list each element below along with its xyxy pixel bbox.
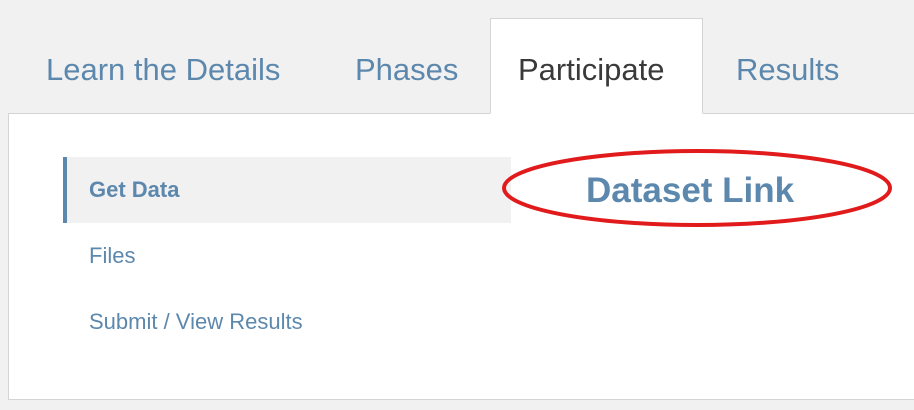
sidenav-item-get-data[interactable]: Get Data — [63, 157, 511, 223]
tab-phases[interactable]: Phases — [355, 52, 458, 88]
tab-participate[interactable]: Participate — [490, 18, 703, 114]
sidenav-item-submit-view-results[interactable]: Submit / View Results — [63, 289, 511, 355]
content-panel: Get Data Files Submit / View Results — [8, 113, 914, 400]
tab-learn-the-details[interactable]: Learn the Details — [46, 52, 280, 88]
page: Learn the Details Phases Participate Res… — [0, 0, 914, 410]
tab-results[interactable]: Results — [736, 52, 839, 88]
section-heading: Dataset Link — [586, 171, 795, 210]
side-nav: Get Data Files Submit / View Results — [63, 157, 511, 355]
sidenav-item-files[interactable]: Files — [63, 223, 511, 289]
